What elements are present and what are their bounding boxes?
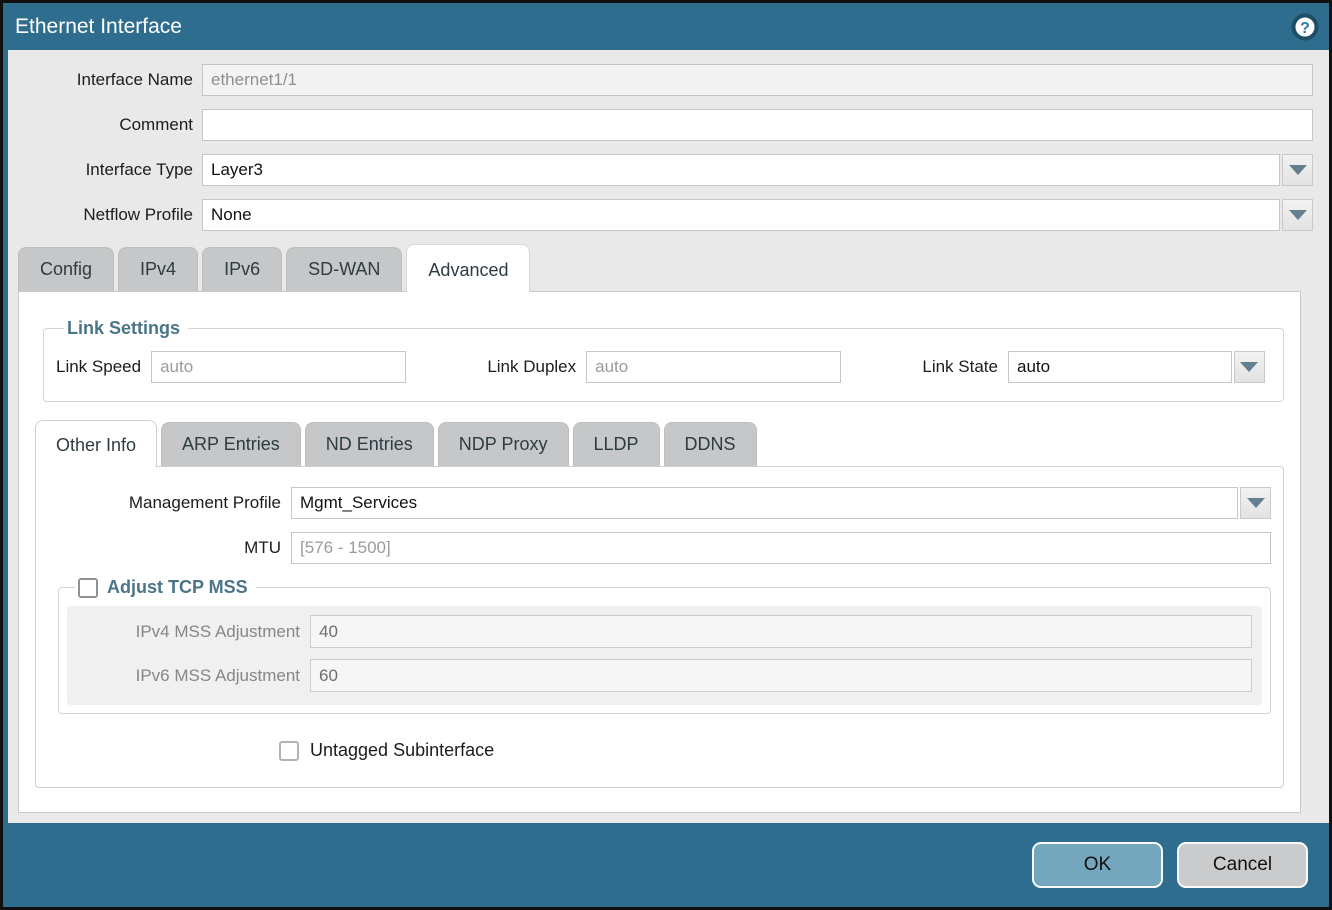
link-state-select[interactable]: auto: [1008, 351, 1265, 383]
ok-button[interactable]: OK: [1032, 842, 1163, 888]
tab-ipv4[interactable]: IPv4: [118, 247, 198, 291]
adjust-tcp-mss-fieldset: Adjust TCP MSS IPv4 MSS Adjustment IPv6 …: [58, 577, 1271, 714]
ipv4-mss-row: IPv4 MSS Adjustment: [67, 615, 1252, 648]
interface-type-value[interactable]: Layer3: [202, 154, 1280, 186]
link-duplex-group: Link Duplex: [487, 351, 841, 383]
tab-ndp-proxy[interactable]: NDP Proxy: [438, 422, 569, 466]
tab-sd-wan[interactable]: SD-WAN: [286, 247, 402, 291]
untagged-subinterface-checkbox[interactable]: [279, 741, 299, 761]
chevron-down-icon: [1289, 210, 1307, 220]
title-bar: Ethernet Interface ?: [3, 3, 1329, 50]
mtu-label: MTU: [48, 538, 291, 558]
management-profile-dropdown-button[interactable]: [1240, 487, 1271, 519]
untagged-subinterface-label: Untagged Subinterface: [310, 740, 494, 761]
link-state-value[interactable]: auto: [1008, 351, 1232, 383]
link-speed-input[interactable]: [151, 351, 406, 383]
tab-ipv6[interactable]: IPv6: [202, 247, 282, 291]
mtu-row: MTU: [48, 532, 1271, 564]
ipv6-mss-row: IPv6 MSS Adjustment: [67, 659, 1252, 692]
dialog-footer: OK Cancel: [3, 823, 1329, 907]
tab-other-info[interactable]: Other Info: [35, 420, 157, 467]
inner-tab-strip: Other Info ARP Entries ND Entries NDP Pr…: [35, 420, 1284, 466]
interface-type-row: Interface Type Layer3: [8, 154, 1313, 186]
netflow-profile-select[interactable]: None: [202, 199, 1313, 231]
link-state-group: Link State auto: [922, 351, 1265, 383]
ipv6-mss-label: IPv6 MSS Adjustment: [67, 666, 310, 686]
interface-type-dropdown-button[interactable]: [1282, 154, 1313, 186]
comment-row: Comment: [8, 109, 1313, 141]
chevron-down-icon: [1240, 362, 1258, 372]
chevron-down-icon: [1247, 498, 1265, 508]
mss-disabled-panel: IPv4 MSS Adjustment IPv6 MSS Adjustment: [67, 606, 1262, 705]
adjust-tcp-mss-legend: Adjust TCP MSS: [75, 577, 256, 598]
interface-type-label: Interface Type: [8, 160, 202, 180]
netflow-profile-row: Netflow Profile None: [8, 199, 1313, 231]
ethernet-interface-dialog: Ethernet Interface ? Interface Name Comm…: [0, 0, 1332, 910]
link-state-dropdown-button[interactable]: [1234, 351, 1265, 383]
netflow-profile-label: Netflow Profile: [8, 205, 202, 225]
dialog-title: Ethernet Interface: [15, 15, 182, 39]
mtu-input[interactable]: [291, 532, 1271, 564]
management-profile-select[interactable]: Mgmt_Services: [291, 487, 1271, 519]
netflow-profile-dropdown-button[interactable]: [1282, 199, 1313, 231]
ipv4-mss-input: [310, 615, 1252, 648]
link-settings-row: Link Speed Link Duplex Link State auto: [56, 351, 1271, 383]
interface-name-row: Interface Name: [8, 64, 1313, 96]
link-speed-label: Link Speed: [56, 357, 151, 377]
interface-type-select[interactable]: Layer3: [202, 154, 1313, 186]
management-profile-value[interactable]: Mgmt_Services: [291, 487, 1238, 519]
link-settings-fieldset: Link Settings Link Speed Link Duplex Lin…: [43, 318, 1284, 402]
tab-ddns[interactable]: DDNS: [664, 422, 757, 466]
cancel-button[interactable]: Cancel: [1177, 842, 1308, 888]
adjust-tcp-mss-legend-text: Adjust TCP MSS: [107, 577, 248, 598]
netflow-profile-value[interactable]: None: [202, 199, 1280, 231]
management-profile-row: Management Profile Mgmt_Services: [48, 487, 1271, 519]
link-duplex-label: Link Duplex: [487, 357, 586, 377]
ipv4-mss-label: IPv4 MSS Adjustment: [67, 622, 310, 642]
management-profile-label: Management Profile: [48, 493, 291, 513]
link-speed-group: Link Speed: [56, 351, 406, 383]
advanced-tab-panel: Link Settings Link Speed Link Duplex Lin…: [18, 291, 1301, 813]
interface-name-label: Interface Name: [8, 70, 202, 90]
link-duplex-input[interactable]: [586, 351, 841, 383]
comment-label: Comment: [8, 115, 202, 135]
dialog-body: Interface Name Comment Interface Type La…: [8, 50, 1329, 823]
help-icon[interactable]: ?: [1291, 13, 1319, 41]
adjust-tcp-mss-checkbox[interactable]: [78, 578, 98, 598]
tab-arp-entries[interactable]: ARP Entries: [161, 422, 301, 466]
ipv6-mss-input: [310, 659, 1252, 692]
tab-lldp[interactable]: LLDP: [573, 422, 660, 466]
link-state-label: Link State: [922, 357, 1008, 377]
other-info-panel: Management Profile Mgmt_Services MTU: [35, 466, 1284, 788]
interface-name-input: [202, 64, 1313, 96]
main-tab-strip: Config IPv4 IPv6 SD-WAN Advanced: [18, 244, 1313, 291]
chevron-down-icon: [1289, 165, 1307, 175]
tab-advanced[interactable]: Advanced: [406, 244, 530, 292]
comment-input[interactable]: [202, 109, 1313, 141]
svg-text:?: ?: [1300, 20, 1310, 37]
link-settings-legend: Link Settings: [64, 318, 188, 339]
untagged-subinterface-row: Untagged Subinterface: [279, 740, 1271, 761]
tab-nd-entries[interactable]: ND Entries: [305, 422, 434, 466]
tab-config[interactable]: Config: [18, 247, 114, 291]
